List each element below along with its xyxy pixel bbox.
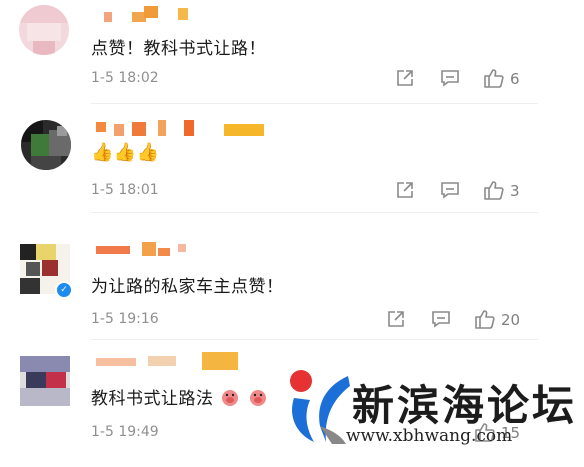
comment-text-body: 教科书式让路法 — [91, 389, 214, 409]
divider — [91, 212, 538, 213]
avatar[interactable] — [19, 5, 69, 55]
verified-badge: ✓ — [55, 281, 73, 299]
comment-item: 点赞！教科书式让路！ 1-5 18:02 6 — [0, 0, 584, 104]
comment-item: 👍👍👍 1-5 18:01 3 — [0, 104, 584, 214]
avatar[interactable] — [20, 356, 70, 406]
comment-icon[interactable] — [440, 68, 460, 88]
comment-icon[interactable] — [431, 309, 451, 329]
avatar[interactable] — [21, 120, 71, 170]
site-watermark: 新滨海论坛 www.xbhwang.com — [286, 366, 584, 467]
comment-time: 1-5 18:02 — [91, 70, 159, 86]
comment-time: 1-5 19:16 — [91, 311, 159, 327]
thumbs-up-icon[interactable] — [474, 308, 496, 330]
comment-text: 点赞！教科书式让路！ — [91, 39, 266, 59]
username-pixelated[interactable] — [92, 6, 212, 26]
share-icon[interactable] — [395, 68, 415, 88]
pig-face-emoji — [222, 390, 239, 406]
comment-text: 教科书式让路法 — [91, 384, 269, 409]
username-pixelated[interactable] — [92, 240, 202, 260]
like-count: 6 — [510, 70, 520, 88]
comment-item: ✓ 为让路的私家车主点赞！ 1-5 19:16 20 — [0, 214, 584, 340]
like-count: 3 — [510, 182, 520, 200]
watermark-url: www.xbhwang.com — [346, 426, 513, 446]
comment-time: 1-5 19:49 — [91, 424, 159, 440]
comment-icon[interactable] — [440, 180, 460, 200]
share-icon[interactable] — [386, 309, 406, 329]
like-count: 20 — [501, 311, 521, 329]
comment-time: 1-5 18:01 — [91, 182, 159, 198]
username-pixelated[interactable] — [92, 118, 282, 138]
pig-face-emoji — [250, 390, 267, 406]
watermark-title: 新滨海论坛 — [352, 381, 578, 430]
comment-text: 为让路的私家车主点赞！ — [91, 277, 284, 297]
thumbs-up-icon[interactable] — [483, 67, 505, 89]
share-icon[interactable] — [395, 180, 415, 200]
username-pixelated[interactable] — [92, 352, 242, 372]
comment-emoji: 👍👍👍 — [91, 142, 160, 163]
thumbs-up-icon[interactable] — [483, 179, 505, 201]
thumbs-up-emoji-group: 👍👍👍 — [91, 142, 160, 163]
